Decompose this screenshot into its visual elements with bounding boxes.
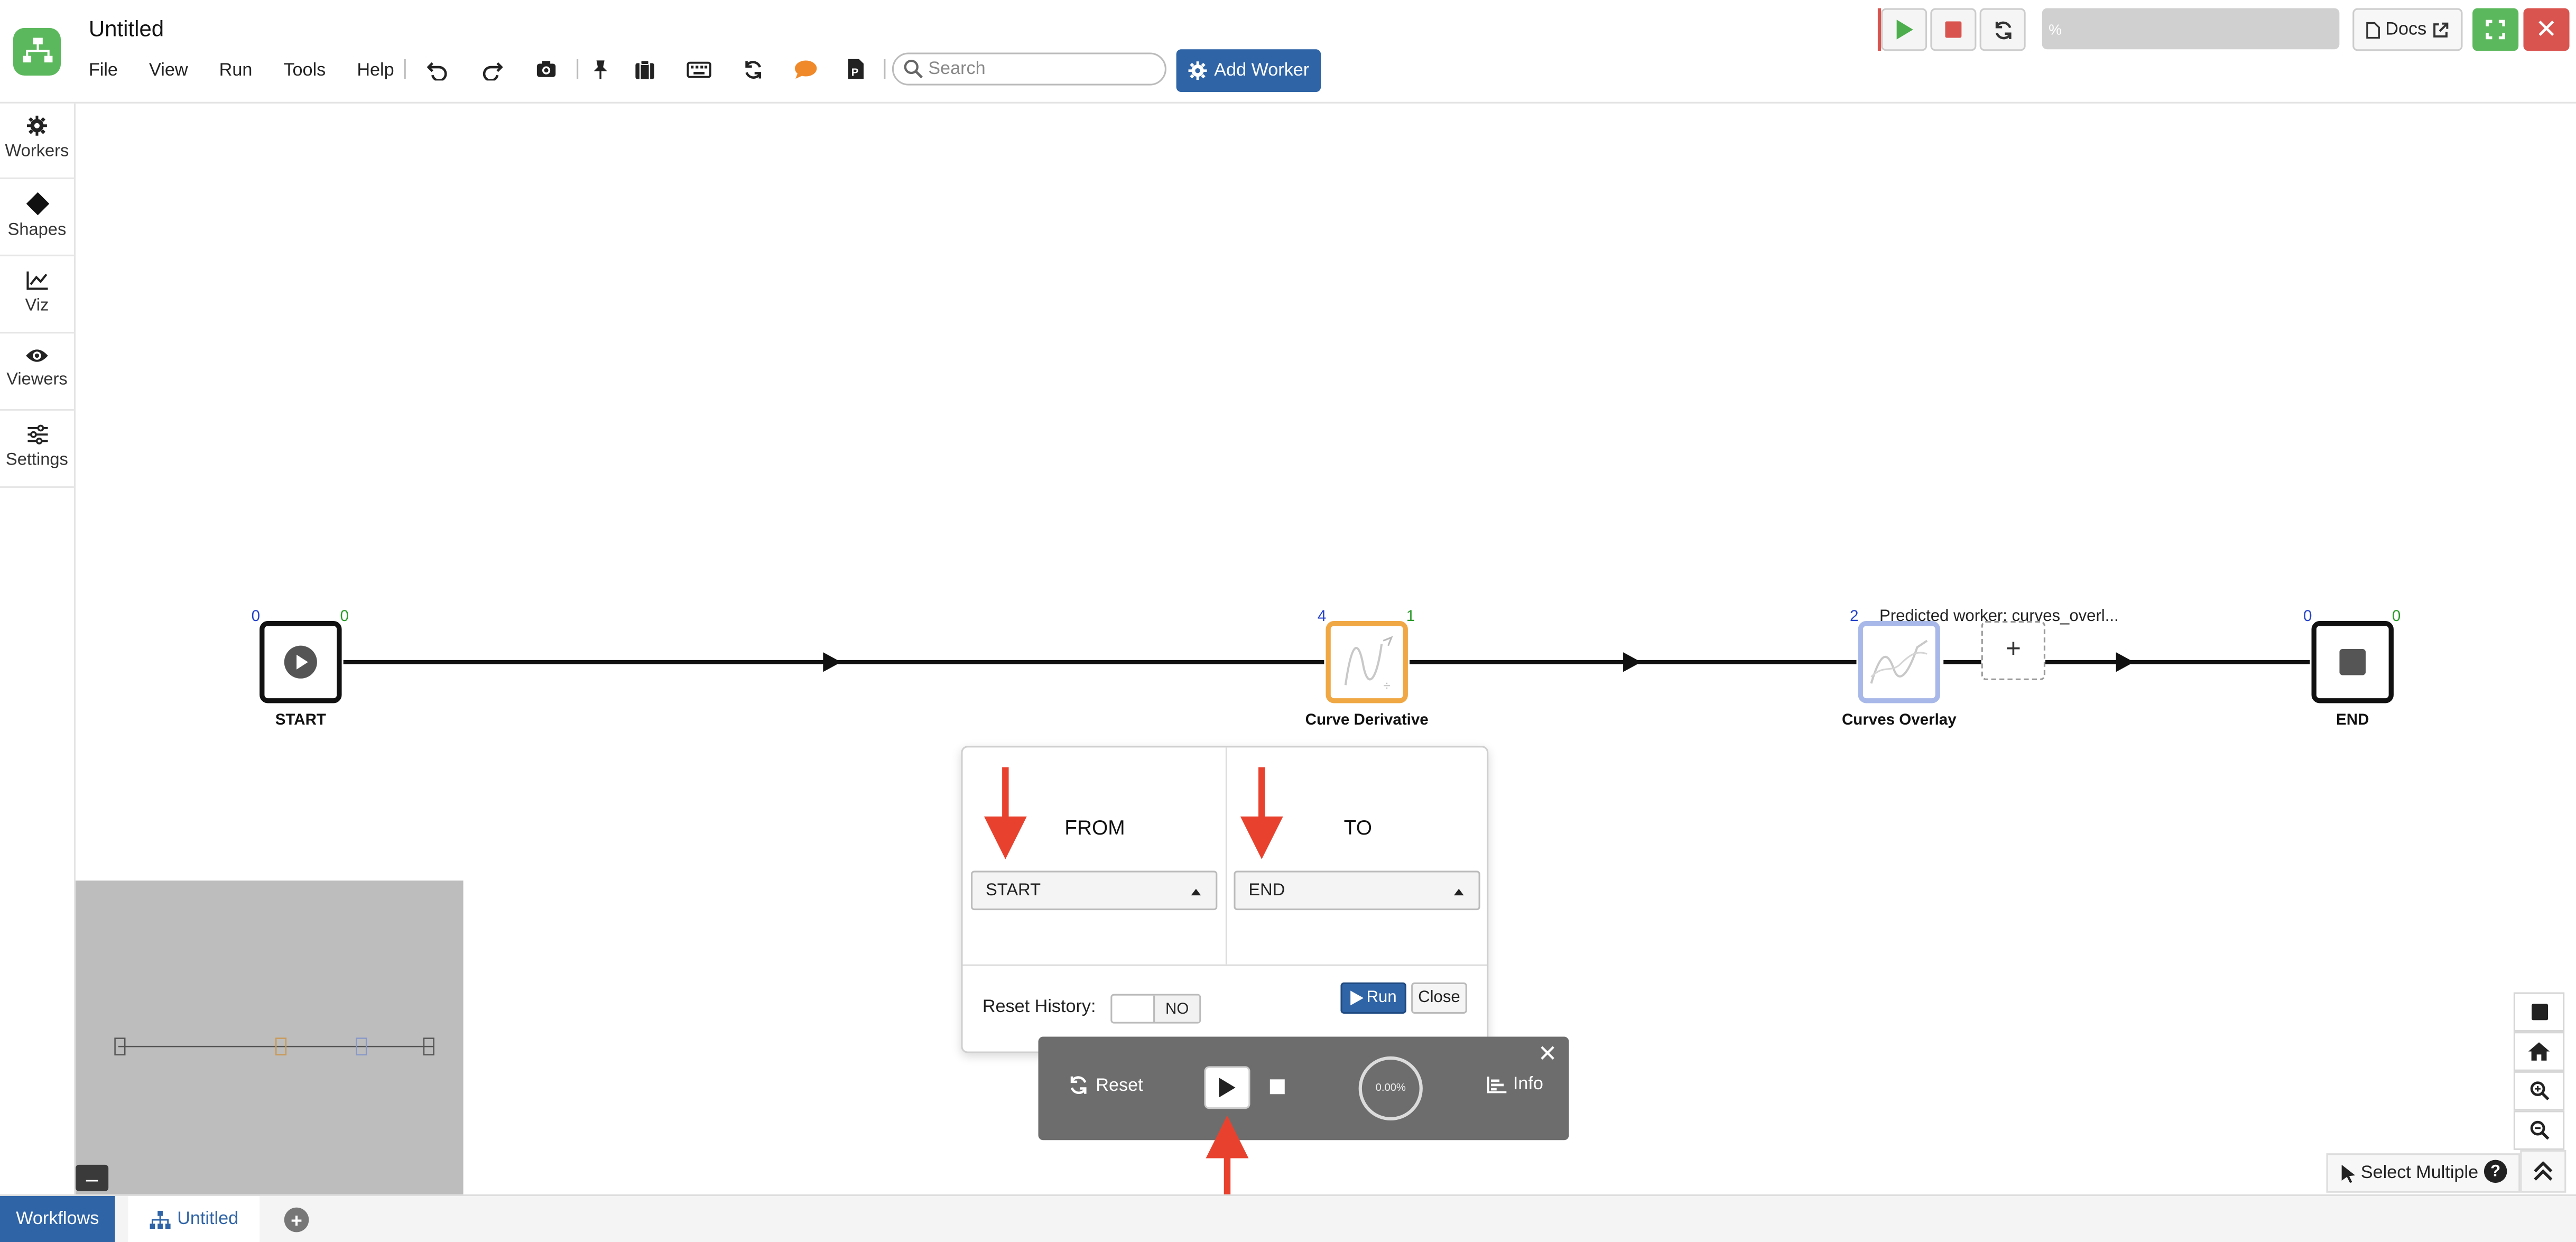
arrow-up-play — [1206, 1115, 1249, 1201]
square-icon — [2531, 1004, 2547, 1021]
arrow-down-to — [1240, 767, 1283, 859]
select-multiple-label: Select Multiple — [2360, 1163, 2479, 1183]
cursor-icon — [2341, 1164, 2356, 1182]
annotation-arrows — [984, 767, 1283, 1201]
zoom-in-button[interactable] — [2513, 1071, 2565, 1111]
help-icon[interactable]: ? — [2484, 1160, 2507, 1183]
zoom-out-icon — [2529, 1120, 2549, 1140]
add-tab-button[interactable]: + — [284, 1207, 309, 1232]
zoom-out-button[interactable] — [2513, 1110, 2565, 1150]
sitemap-icon — [150, 1210, 171, 1228]
tab-untitled-label: Untitled — [177, 1209, 239, 1229]
double-chevron-up-icon — [2534, 1161, 2553, 1181]
tab-workflows[interactable]: Workflows — [0, 1195, 115, 1242]
zoom-home-button[interactable] — [2513, 1032, 2565, 1071]
bottom-tab-bar — [0, 1194, 2576, 1242]
tab-untitled[interactable]: Untitled — [128, 1195, 260, 1242]
zoom-fit-button[interactable] — [2513, 992, 2565, 1032]
arrow-down-from — [984, 767, 1027, 859]
app-root: Untitled File View Run Tools Help P Sear… — [0, 0, 2576, 1242]
home-icon — [2528, 1042, 2550, 1061]
collapse-panel-button[interactable] — [2520, 1150, 2566, 1193]
zoom-in-icon — [2529, 1081, 2549, 1100]
